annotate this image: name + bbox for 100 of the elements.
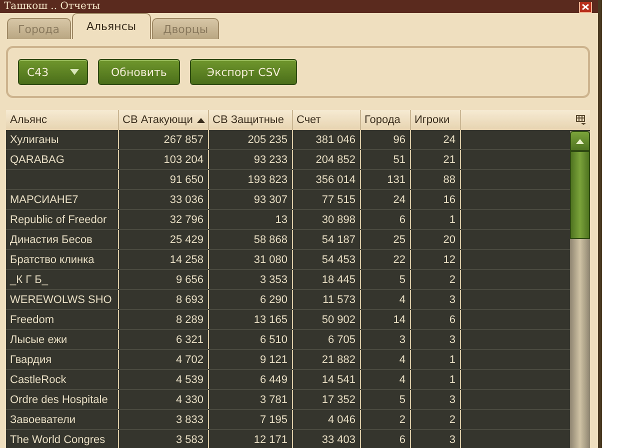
table-cell: 8 693 bbox=[118, 290, 208, 310]
table-cell: 22 bbox=[360, 250, 410, 270]
table-cell: 16 bbox=[410, 190, 460, 210]
table-cell: 13 165 bbox=[208, 310, 292, 330]
table-cell: 14 258 bbox=[118, 250, 208, 270]
table-cell: 381 046 bbox=[292, 130, 360, 150]
table-cell: МАРСИАНЕ7 bbox=[6, 190, 118, 210]
column-settings-icon[interactable] bbox=[576, 115, 586, 125]
table-cell: 1 bbox=[410, 370, 460, 390]
table-cell: Гвардия bbox=[6, 350, 118, 370]
table-cell: 51 bbox=[360, 150, 410, 170]
table-cell: 3 583 bbox=[118, 430, 208, 448]
column-header[interactable]: СВ Атакующи bbox=[118, 110, 208, 130]
table-cell: Хулиганы bbox=[6, 130, 118, 150]
table-cell: 25 429 bbox=[118, 230, 208, 250]
table-cell: 13 bbox=[208, 210, 292, 230]
table-cell: 33 036 bbox=[118, 190, 208, 210]
toolbar-button[interactable]: Экспорт CSV bbox=[190, 59, 298, 85]
table-cell: 6 bbox=[410, 310, 460, 330]
table-cell: 31 080 bbox=[208, 250, 292, 270]
table-cell: 205 235 bbox=[208, 130, 292, 150]
scroll-up-button[interactable] bbox=[570, 131, 590, 151]
table-cell: 30 898 bbox=[292, 210, 360, 230]
table-cell: 14 bbox=[360, 310, 410, 330]
dropdown[interactable]: C43 bbox=[18, 59, 88, 85]
table-cell: 4 702 bbox=[118, 350, 208, 370]
table-cell: 1 bbox=[410, 210, 460, 230]
tab[interactable]: Альянсы bbox=[72, 13, 152, 39]
table-cell: 4 bbox=[360, 350, 410, 370]
table-cell: 4 046 bbox=[292, 410, 360, 430]
column-header[interactable]: Альянс bbox=[6, 110, 118, 130]
column-header[interactable]: Счет bbox=[292, 110, 360, 130]
table-cell: 5 bbox=[360, 390, 410, 410]
table-cell: QARABAG bbox=[6, 150, 118, 170]
table-cell: 6 321 bbox=[118, 330, 208, 350]
table-cell: 93 307 bbox=[208, 190, 292, 210]
table-cell: 2 bbox=[410, 410, 460, 430]
table-cell: 2 bbox=[410, 270, 460, 290]
table-cell: The World Congres bbox=[6, 430, 118, 448]
table-cell: 93 233 bbox=[208, 150, 292, 170]
table-cell: 6 290 bbox=[208, 290, 292, 310]
table-cell: 6 510 bbox=[208, 330, 292, 350]
table-cell: 3 833 bbox=[118, 410, 208, 430]
table-cell: 204 852 bbox=[292, 150, 360, 170]
close-button[interactable] bbox=[579, 2, 592, 13]
table-cell: 267 857 bbox=[118, 130, 208, 150]
table-cell: 91 650 bbox=[118, 170, 208, 190]
table-cell: CastleRock bbox=[6, 370, 118, 390]
scrollbar[interactable] bbox=[570, 131, 590, 448]
table-cell: 3 bbox=[360, 330, 410, 350]
table-cell: 88 bbox=[410, 170, 460, 190]
table-cell: 6 bbox=[360, 210, 410, 230]
table-cell: 3 bbox=[410, 330, 460, 350]
table-cell: Лысые ежи bbox=[6, 330, 118, 350]
table-cell: 4 bbox=[360, 370, 410, 390]
table-cell: 3 bbox=[410, 290, 460, 310]
table-cell: 6 449 bbox=[208, 370, 292, 390]
table-cell: 14 541 bbox=[292, 370, 360, 390]
table-cell: WEREWOLWS SHO bbox=[6, 290, 118, 310]
toolbar-button[interactable]: Обновить bbox=[98, 59, 180, 85]
table-cell: 50 902 bbox=[292, 310, 360, 330]
table-cell: 2 bbox=[360, 410, 410, 430]
table-cell: _К Г Б_ bbox=[6, 270, 118, 290]
caret-icon bbox=[70, 69, 79, 75]
table-cell: 77 515 bbox=[292, 190, 360, 210]
table-cell: 3 353 bbox=[208, 270, 292, 290]
table-cell: 18 445 bbox=[292, 270, 360, 290]
table-cell: 4 bbox=[360, 290, 410, 310]
table-cell: 8 289 bbox=[118, 310, 208, 330]
table-cell: 7 195 bbox=[208, 410, 292, 430]
window-title: Ташкош .. Отчеты bbox=[4, 1, 100, 13]
column-header[interactable]: Игроки bbox=[410, 110, 460, 130]
table-cell: 1 bbox=[410, 350, 460, 370]
table-cell: 9 121 bbox=[208, 350, 292, 370]
table-cell: 33 403 bbox=[292, 430, 360, 448]
column-header[interactable]: СВ Защитные bbox=[208, 110, 292, 130]
table-cell: 193 823 bbox=[208, 170, 292, 190]
table-cell: Завоеватели bbox=[6, 410, 118, 430]
table-cell: 131 bbox=[360, 170, 410, 190]
table-cell: 24 bbox=[410, 130, 460, 150]
table-cell: 4 539 bbox=[118, 370, 208, 390]
table-cell: 12 171 bbox=[208, 430, 292, 448]
table-cell: 11 573 bbox=[292, 290, 360, 310]
table-cell: Династия Бесов bbox=[6, 230, 118, 250]
table-cell: 4 330 bbox=[118, 390, 208, 410]
table-cell: 12 bbox=[410, 250, 460, 270]
table-cell: 24 bbox=[360, 190, 410, 210]
scroll-thumb[interactable] bbox=[570, 151, 590, 239]
table-cell: 25 bbox=[360, 230, 410, 250]
table-cell: 32 796 bbox=[118, 210, 208, 230]
column-header[interactable]: Города bbox=[360, 110, 410, 130]
table-cell: Ordre des Hospitale bbox=[6, 390, 118, 410]
table-cell: 9 656 bbox=[118, 270, 208, 290]
table-cell: 5 bbox=[360, 270, 410, 290]
table-cell: Republic of Freedor bbox=[6, 210, 118, 230]
table-cell: 21 882 bbox=[292, 350, 360, 370]
table-cell: 6 bbox=[360, 430, 410, 448]
close-icon bbox=[582, 4, 589, 10]
table-cell: 21 bbox=[410, 150, 460, 170]
table-cell: 96 bbox=[360, 130, 410, 150]
